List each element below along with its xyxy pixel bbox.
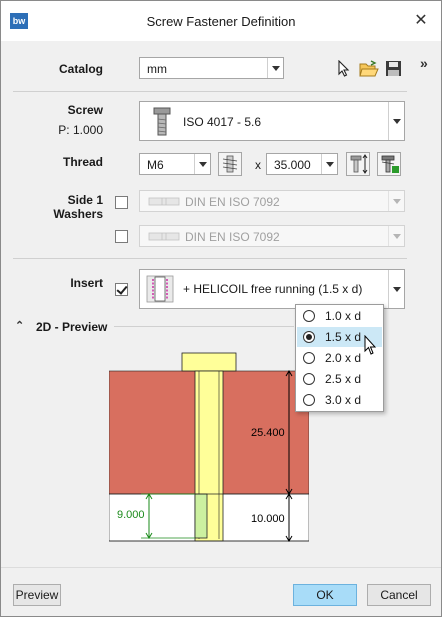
thread-type-button[interactable] [218,152,242,176]
radio-1-5[interactable] [303,331,315,343]
thread-icon [222,155,238,173]
close-icon[interactable]: ✕ [411,11,431,31]
collapse-chevron-icon[interactable]: ⌃ [15,319,24,332]
ok-button[interactable]: OK [293,584,357,606]
washer2-dropdown[interactable]: DIN EN ISO 7092 [139,225,405,247]
insert-label: Insert [70,276,103,290]
length-measure-button[interactable] [346,152,370,176]
screw-length-icon [350,154,368,174]
catalog-value: mm [147,62,167,76]
thread-length-dropdown[interactable]: 35.000 [266,153,338,175]
washer1-dropdown[interactable]: DIN EN ISO 7092 [139,190,405,212]
catalog-dropdown[interactable]: mm [139,57,284,79]
washers-label-side: Side 1 [67,193,103,207]
insert-checkbox[interactable] [115,283,128,296]
preview-section-divider [114,326,294,327]
dialog-window: bw Screw Fastener Definition ✕ » Catalog… [0,0,442,617]
dim-top-label: 25.400 [251,427,285,439]
washer-icon [148,197,180,206]
radio-2-5[interactable] [303,373,315,385]
washer-icon [148,232,180,241]
screw-head [181,352,237,372]
cancel-button[interactable]: Cancel [367,584,431,606]
screw-value: ISO 4017 - 5.6 [183,115,262,129]
separator [13,91,407,92]
select-cursor-icon[interactable] [337,60,351,78]
dim-bottom-label: 10.000 [251,513,285,525]
dim-insert-label: 9.000 [117,509,145,521]
insert-value: + HELICOIL free running (1.5 x d) [183,282,363,296]
chevron-down-icon [388,191,404,211]
title-bar: bw Screw Fastener Definition ✕ [1,1,441,41]
thread-length-value: 35.000 [274,158,311,172]
washer1-checkbox[interactable] [115,196,128,209]
washer1-value: DIN EN ISO 7092 [185,195,280,209]
radio-3-0[interactable] [303,394,315,406]
chevron-down-icon [388,102,404,140]
auto-length-icon [381,155,399,173]
washers-label: Washers [53,207,103,221]
chevron-down-icon [388,226,404,246]
thread-size-dropdown[interactable]: M6 [139,153,211,175]
screw-pitch: P: 1.000 [58,123,103,137]
thread-multiply-sign: x [255,158,261,172]
washer2-value: DIN EN ISO 7092 [185,230,280,244]
save-icon[interactable] [385,60,402,77]
mouse-cursor-icon [364,335,377,355]
screw-icon [153,107,171,136]
chevron-down-icon [321,154,337,174]
option-1-0[interactable]: 1.0 x d [297,306,382,326]
chevron-down-icon [388,270,404,308]
chevron-down-icon [267,58,283,78]
radio-2-0[interactable] [303,352,315,364]
helicoil-insert [194,493,208,539]
option-3-0[interactable]: 3.0 x d [297,390,382,410]
preview-button[interactable]: Preview [13,584,61,606]
footer-separator [1,567,441,568]
separator [13,258,407,259]
helicoil-icon [146,275,174,303]
insert-length-popup: 1.0 x d 1.5 x d 2.0 x d 2.5 x d 3.0 x d [295,304,384,412]
auto-length-button[interactable] [377,152,401,176]
preview-section-title: 2D - Preview [36,320,108,334]
thread-label: Thread [62,155,103,169]
screw-label: Screw [67,103,103,117]
thread-size-value: M6 [147,158,164,172]
washer2-checkbox[interactable] [115,230,128,243]
open-folder-icon[interactable] [359,60,379,78]
option-2-5[interactable]: 2.5 x d [297,369,382,389]
expand-panel-icon[interactable]: » [420,55,428,71]
screw-dropdown[interactable]: ISO 4017 - 5.6 [139,101,405,141]
radio-1-0[interactable] [303,310,315,322]
insert-dropdown[interactable]: + HELICOIL free running (1.5 x d) [139,269,405,309]
catalog-label: Catalog [58,62,103,76]
chevron-down-icon [194,154,210,174]
dialog-title: Screw Fastener Definition [146,14,296,29]
